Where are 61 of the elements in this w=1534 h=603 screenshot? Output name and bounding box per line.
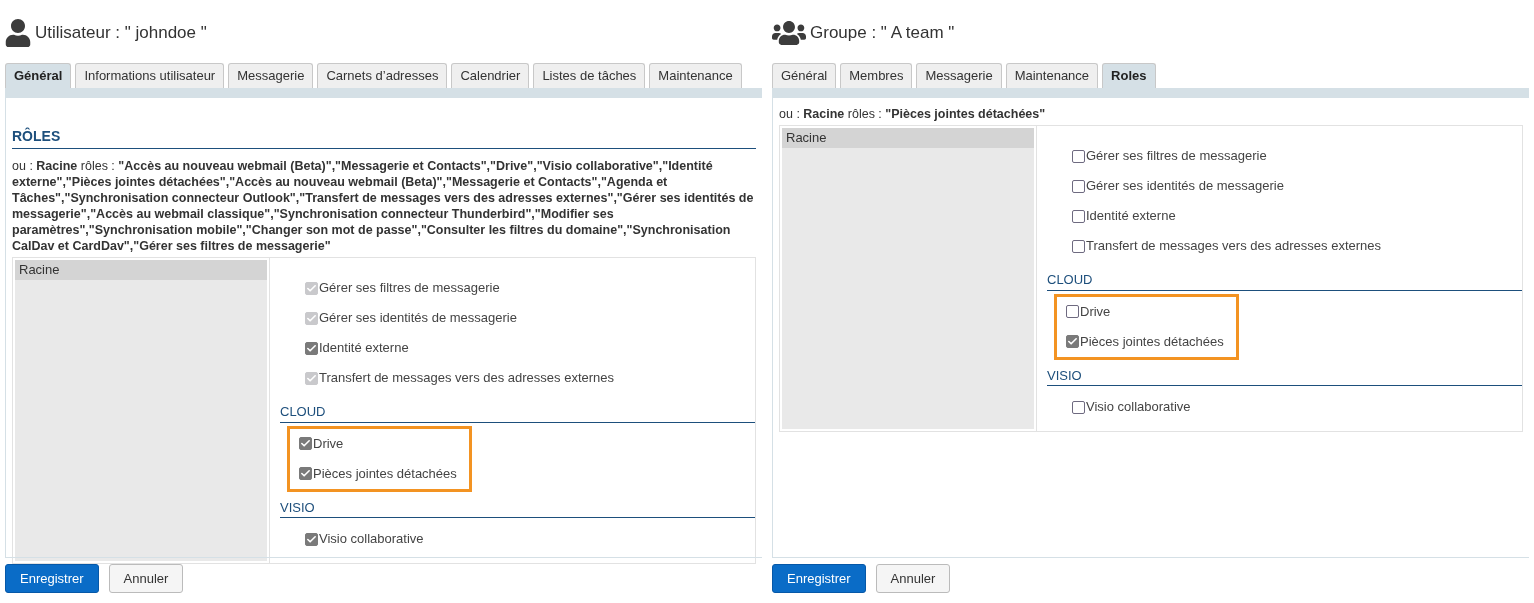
checkbox[interactable] [299, 437, 312, 450]
check-icon [1067, 336, 1078, 347]
checkbox[interactable] [1066, 335, 1079, 348]
group-heading: CLOUD [1047, 270, 1522, 291]
option-label: Gérer ses filtres de messagerie [1086, 147, 1267, 166]
checkbox[interactable] [1072, 239, 1085, 253]
checkbox[interactable] [1066, 305, 1079, 318]
check-icon [306, 282, 317, 294]
tab[interactable]: Calendrier [451, 63, 530, 88]
tab[interactable]: Carnets d’adresses [317, 63, 448, 88]
tab[interactable]: Général [772, 63, 837, 88]
checkbox[interactable] [1072, 209, 1085, 223]
option-label: Gérer ses filtres de messagerie [319, 279, 500, 298]
checkbox[interactable] [305, 341, 318, 355]
option-label: Transfert de messages vers des adresses externes [319, 369, 615, 388]
tab[interactable]: Listes de tâches [533, 63, 646, 88]
check-icon [306, 312, 317, 324]
tab[interactable]: Maintenance [1005, 63, 1099, 88]
option-label: Drive [313, 434, 344, 453]
option-label: Visio collaborative [1086, 398, 1191, 417]
roles-info: ou : Racine rôles : "Pièces jointes détachées" [779, 106, 1047, 122]
checkbox[interactable] [305, 532, 318, 546]
tree-item[interactable]: Racine [15, 260, 267, 280]
check-icon [306, 533, 317, 545]
option-label: Pièces jointes détachées [313, 464, 457, 483]
group-heading: VISIO [1047, 365, 1522, 386]
option-label: Identité externe [319, 339, 409, 358]
save-button[interactable]: Enregistrer [772, 564, 866, 593]
page-title: Utilisateur : " johndoe " [35, 21, 207, 44]
group-heading: VISIO [280, 497, 755, 518]
option-label: Visio collaborative [319, 530, 424, 549]
tree-item[interactable]: Racine [782, 128, 1034, 148]
check-icon [300, 468, 311, 479]
user-icon [5, 18, 31, 47]
check-icon [306, 342, 317, 354]
checkbox[interactable] [1072, 179, 1085, 193]
tab[interactable]: Informations utilisateur [75, 63, 225, 88]
option-label: Identité externe [1086, 207, 1176, 226]
tab[interactable]: Membres [840, 63, 913, 88]
tab[interactable]: Général [5, 63, 72, 88]
option-label: Drive [1080, 302, 1111, 321]
option-label: Pièces jointes détachées [1080, 332, 1224, 351]
option-label: Gérer ses identités de messagerie [1086, 177, 1284, 196]
checkbox[interactable] [1072, 400, 1085, 414]
tab[interactable]: Maintenance [649, 63, 742, 88]
checkbox[interactable] [1072, 149, 1085, 163]
tab[interactable]: Messagerie [228, 63, 314, 88]
group-heading: CLOUD [280, 402, 755, 423]
option-label: Transfert de messages vers des adresses externes [1086, 237, 1382, 256]
check-icon [300, 438, 311, 449]
page-title: Groupe : " A team " [810, 21, 955, 44]
check-icon [306, 372, 317, 384]
roles-info: ou : Racine rôles : "Accès au nouveau webmail (Beta)","Messagerie et Contacts","Drive","Visio collaborative","Identité externe","Pièces jointes détachées","Accès au nouveau webmail (Beta)","Messagerie et Contacts","Agenda et Tâches","Synchronisation connecteur Outlook","Transfert de messages vers des adresses externes","Gérer ses identités de messagerie","Accès au webmail classique","Synchronisation connecteur Thunderbird","Modifier ses paramètres","Synchronisation mobile","Changer son mot de passe","Consulter les filtres du domaine","Synchronisation CalDav et CardDav","Gérer ses filtres de messagerie" [12, 158, 755, 254]
checkbox[interactable] [299, 467, 312, 480]
tab[interactable]: Roles [1102, 63, 1156, 88]
cancel-button[interactable]: Annuler [108, 564, 184, 593]
section-heading: RÔLES [12, 126, 756, 149]
cancel-button[interactable]: Annuler [875, 564, 951, 593]
option-label: Gérer ses identités de messagerie [319, 309, 517, 328]
save-button[interactable]: Enregistrer [5, 564, 99, 593]
tab[interactable]: Messagerie [916, 63, 1002, 88]
